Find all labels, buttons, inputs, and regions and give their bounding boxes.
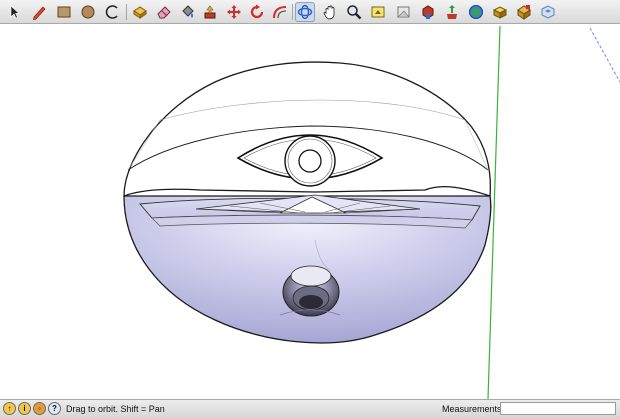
components-icon[interactable]: [514, 2, 534, 22]
status-bar: ↑ i ◦ ? Drag to orbit. Shift = Pan Measu…: [0, 399, 620, 418]
offset-icon[interactable]: [270, 2, 290, 22]
previous-view-icon[interactable]: [393, 2, 413, 22]
pan-hand-icon[interactable]: [320, 2, 340, 22]
extension-warehouse-icon[interactable]: [538, 2, 558, 22]
get-photo-texture-icon[interactable]: [466, 2, 486, 22]
share-model-icon[interactable]: [442, 2, 462, 22]
pencil-line-icon[interactable]: [29, 2, 49, 22]
make-component-icon[interactable]: [130, 2, 150, 22]
help-icon[interactable]: ?: [48, 402, 61, 415]
measurements-input[interactable]: [500, 402, 616, 415]
geo-location-icon[interactable]: ↑: [3, 402, 16, 415]
zoom-icon[interactable]: [344, 2, 364, 22]
drawing-viewport[interactable]: [0, 24, 620, 399]
rotate-icon[interactable]: [247, 2, 267, 22]
select-arrow-icon[interactable]: [4, 2, 24, 22]
circle-icon[interactable]: [78, 2, 98, 22]
eraser-icon[interactable]: [154, 2, 174, 22]
measurements-label: Measurements: [442, 404, 502, 414]
arc-icon[interactable]: [102, 2, 122, 22]
status-hint-text: Drag to orbit. Shift = Pan: [66, 404, 165, 414]
model-canvas[interactable]: [0, 24, 620, 399]
orbit-icon[interactable]: [295, 2, 315, 22]
push-pull-icon[interactable]: [200, 2, 220, 22]
main-toolbar: [0, 0, 620, 24]
zoom-extents-icon[interactable]: [368, 2, 388, 22]
credits-icon[interactable]: i: [18, 402, 31, 415]
user-icon[interactable]: ◦: [33, 402, 46, 415]
move-icon[interactable]: [224, 2, 244, 22]
get-models-icon[interactable]: [418, 2, 438, 22]
paint-bucket-icon[interactable]: [178, 2, 198, 22]
rectangle-icon[interactable]: [54, 2, 74, 22]
add-location-icon[interactable]: [490, 2, 510, 22]
blue-axis-dashed-line: [589, 27, 620, 83]
bowl-lens-hole: [282, 265, 340, 317]
